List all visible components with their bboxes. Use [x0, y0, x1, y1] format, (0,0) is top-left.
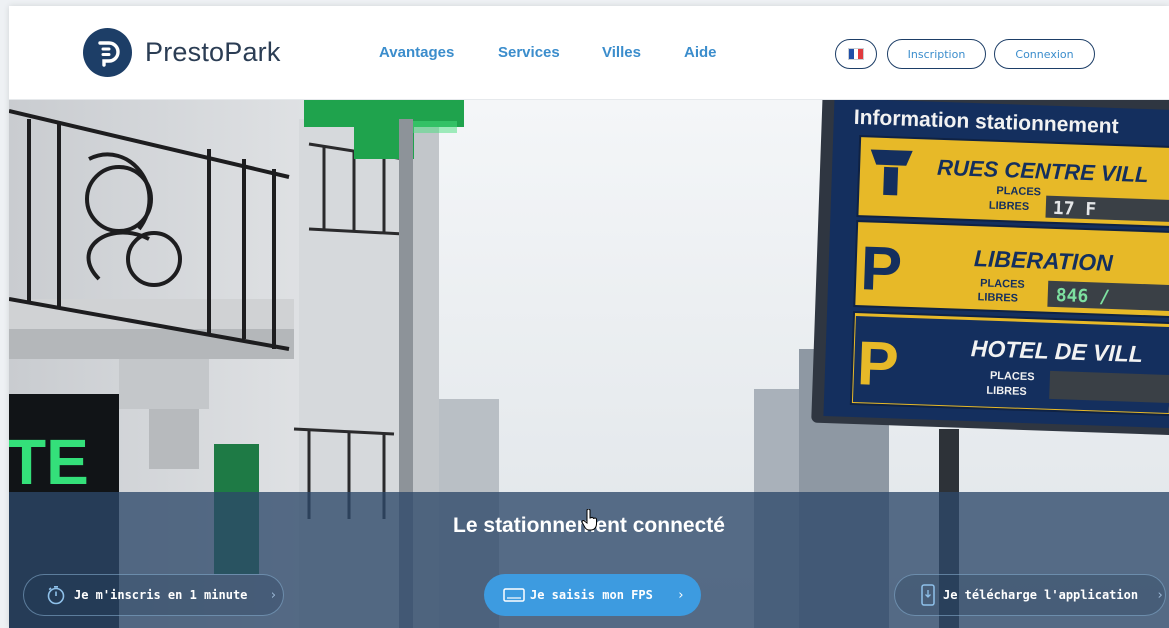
login-button[interactable]: Connexion [994, 39, 1095, 69]
nav-aide[interactable]: Aide [684, 44, 717, 61]
app-download-cta-button[interactable]: Je télécharge l'application › [894, 574, 1166, 616]
site-header: PrestoPark Avantages Services Villes Aid… [9, 6, 1169, 100]
tablet-icon [503, 587, 525, 603]
svg-text:PLACES: PLACES [990, 370, 1035, 384]
svg-text:PLACES: PLACES [980, 277, 1025, 291]
nav-villes[interactable]: Villes [602, 44, 641, 61]
brand-name: PrestoPark [145, 37, 281, 67]
app-download-cta-label: Je télécharge l'application [943, 588, 1139, 602]
signup-button[interactable]: Inscription [887, 39, 986, 69]
chevron-right-icon: › [676, 587, 685, 603]
language-button[interactable] [835, 39, 877, 69]
svg-text:LIBRES: LIBRES [977, 291, 1018, 304]
smartphone-icon [921, 584, 935, 606]
nav-avantages[interactable]: Avantages [379, 44, 454, 61]
stopwatch-icon [46, 585, 66, 605]
svg-text:P: P [859, 234, 903, 304]
brand-logo[interactable]: PrestoPark [83, 28, 281, 77]
french-flag-icon [848, 48, 864, 60]
svg-text:PLACES: PLACES [996, 185, 1041, 199]
sign-row-2-count: 846 / [1055, 285, 1110, 308]
svg-text:LIBRES: LIBRES [989, 200, 1030, 213]
chevron-right-icon: › [269, 587, 278, 603]
svg-text:P: P [856, 329, 900, 399]
hand-cursor-icon [581, 508, 599, 535]
signup-cta-label: Je m'inscris en 1 minute [74, 588, 248, 602]
fps-cta-label: Je saisis mon FPS [530, 588, 653, 602]
fps-cta-button[interactable]: Je saisis mon FPS › [484, 574, 701, 616]
pharmacy-sign-text: TE [9, 426, 89, 498]
nav-services[interactable]: Services [498, 44, 560, 61]
sign-row-1-count: 17 F [1052, 198, 1096, 221]
chevron-right-icon: › [1156, 587, 1164, 603]
svg-text:LIBRES: LIBRES [986, 385, 1027, 398]
prestopark-logo-icon [83, 28, 132, 77]
signup-cta-button[interactable]: Je m'inscris en 1 minute › [23, 574, 284, 616]
sign-row-2-name: LIBERATION [974, 245, 1114, 276]
hero-banner: TE Information stationnement RUES CENTRE… [9, 99, 1169, 628]
